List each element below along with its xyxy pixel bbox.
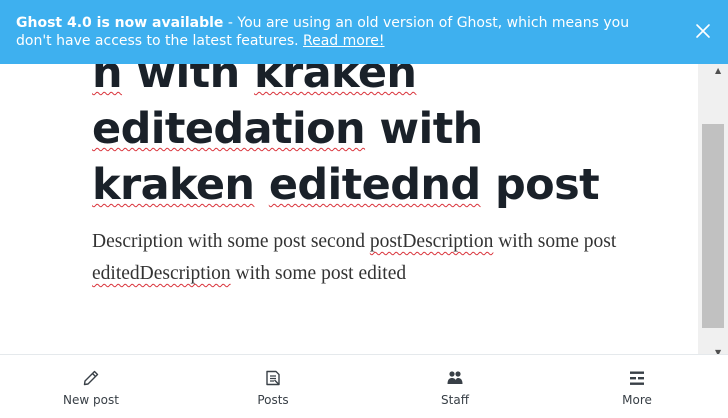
body-part: with some post [493, 231, 617, 252]
title-part: with [365, 104, 483, 154]
nav-item-more[interactable]: More [546, 355, 728, 418]
body-part: editedDescription [92, 263, 231, 284]
update-notification-banner: Ghost 4.0 is now available - You are usi… [0, 0, 728, 64]
nav-item-staff[interactable]: Staff [364, 355, 546, 418]
scroll-up-arrow-icon[interactable]: ▲ [715, 66, 721, 75]
staff-icon [447, 371, 463, 384]
banner-headline: Ghost 4.0 is now available [16, 15, 224, 31]
nav-label: More [622, 393, 652, 407]
pencil-icon [83, 370, 99, 386]
post-title[interactable]: h with kraken editedation with kraken edi… [92, 45, 652, 213]
posts-icon [266, 370, 280, 386]
read-more-link[interactable]: Read more! [303, 33, 385, 49]
nav-item-posts[interactable]: Posts [182, 355, 364, 418]
title-part: post [480, 160, 600, 210]
body-part: postDescription [369, 231, 494, 252]
nav-item-new-post[interactable]: New post [0, 355, 182, 418]
nav-label: New post [63, 393, 119, 407]
body-part: with some post edited [230, 263, 407, 284]
title-part: kraken [92, 160, 255, 210]
nav-label: Staff [441, 393, 469, 407]
banner-text: Ghost 4.0 is now available - You are usi… [16, 14, 666, 50]
scrollbar-thumb[interactable] [702, 124, 724, 328]
body-part: Description with some post second [92, 231, 370, 252]
nav-label: Posts [257, 393, 289, 407]
more-icon [630, 371, 644, 385]
title-part [254, 160, 268, 210]
post-excerpt[interactable]: Description with some post second postDe… [92, 226, 632, 290]
bottom-navigation: New post Posts Staff More [0, 354, 728, 418]
close-icon[interactable] [694, 22, 712, 40]
title-part: editednd [268, 160, 481, 210]
title-part: editedation [92, 104, 366, 154]
